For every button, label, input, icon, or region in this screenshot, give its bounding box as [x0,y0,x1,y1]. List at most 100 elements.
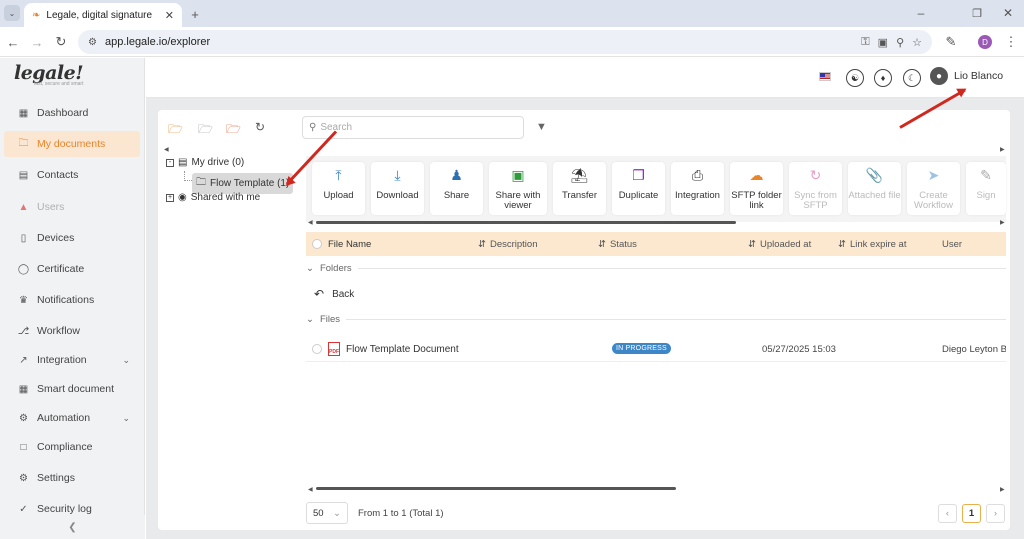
table-scroll-right-icon[interactable]: ▶ [1000,486,1005,493]
new-tab-icon[interactable]: + [186,5,204,23]
device-icon: ▯ [20,232,27,244]
user-name: Lio Blanco [954,70,1004,82]
column-label: File Name [328,239,372,250]
sidebar-item-integration[interactable]: ↗ Integration ⌄ [4,347,140,373]
sidebar-item-automation[interactable]: ⚙ Automation ⌄ [4,405,140,431]
page-number-button[interactable]: 1 [962,504,981,523]
next-page-button[interactable]: › [986,504,1005,523]
file-name[interactable]: Flow Template Document [346,344,459,355]
tree-item-shared[interactable]: + ◉ Shared with me [166,192,260,203]
sidebar-item-my-documents[interactable]: 🗀 My documents [4,131,140,157]
theme-moon-icon[interactable]: ☾ [903,69,921,87]
sftp-folder-link-button[interactable]: ☁ SFTP folder link [730,162,783,215]
column-user[interactable]: User [942,239,962,250]
site-settings-icon[interactable]: ⚙ [88,37,97,48]
sidebar-item-workflow[interactable]: ⎇ Workflow [4,318,140,344]
page-size-value: 50 [313,507,324,519]
duplicate-button[interactable]: ❐ Duplicate [612,162,665,215]
table-scroll-left-icon[interactable]: ◀ [308,486,313,493]
expand-plus-icon[interactable]: + [166,193,174,202]
minimize-icon[interactable]: – [912,4,930,22]
create-workflow-button[interactable]: ➤ Create Workflow [907,162,960,215]
browser-menu-icon[interactable]: ⋮ [1002,33,1020,51]
new-folder-icon[interactable]: 🗁 [168,120,183,141]
us-flag-icon[interactable] [819,72,831,81]
group-files[interactable]: ⌄ Files [306,314,1006,325]
table-scrollbar[interactable] [316,487,676,490]
transfer-button[interactable]: ⛱ Transfer [553,162,606,215]
sync-icon: ↻ [809,167,822,183]
refresh-icon[interactable]: ↻ [255,120,265,134]
move-folder-icon[interactable]: 🗁 [198,120,213,141]
back-row[interactable]: ↶ Back [314,287,354,301]
collapse-minus-icon[interactable]: - [166,158,174,167]
column-status[interactable]: ⇵ Status [598,239,637,250]
browser-tab[interactable]: ❧ Legale, digital signature ✕ [24,3,182,27]
sidebar-item-compliance[interactable]: □ Compliance [4,434,140,460]
back-arrow-icon[interactable]: ← [4,33,22,51]
select-all-checkbox[interactable] [312,239,322,249]
support-headset-icon[interactable]: ☯ [846,69,864,87]
delete-folder-icon[interactable]: 🗁 [226,120,241,141]
filter-icon[interactable]: ▼ [536,121,547,133]
profile-avatar[interactable]: D [978,35,992,49]
tree-item-flow-template[interactable]: 🗀 Flow Template (1) [192,173,294,194]
table-row[interactable]: PDF Flow Template Document IN PROGRESS 0… [306,336,1006,362]
action-label: Share [443,190,470,201]
password-key-icon[interactable]: ⚿ [861,36,869,49]
attached-file-button[interactable]: 📎 Attached file [848,162,901,215]
upload-button[interactable]: ⤒ Upload [312,162,365,215]
toolbar-scroll-left-icon[interactable]: ◀ [308,219,313,226]
column-link-expire[interactable]: ⇵ Link expire at [838,239,906,250]
column-file-name[interactable]: File Name [328,239,371,250]
tree-scroll-left-icon[interactable]: ◀ [164,146,169,153]
legale-logo[interactable]: legale! fast, secure and smart [14,62,84,96]
tree-label: My drive (0) [191,157,245,168]
tree-item-my-drive[interactable]: - ▤ My drive (0) [166,157,244,168]
toolbar-scrollbar[interactable] [316,221,736,224]
share-button[interactable]: ♟ Share [430,162,483,215]
sidebar-item-contacts[interactable]: ▤ Contacts [4,162,140,188]
sidebar-item-smart-document[interactable]: ▦ Smart document [4,376,140,402]
prev-page-button[interactable]: ‹ [938,504,957,523]
sidebar-item-dashboard[interactable]: ▦ Dashboard [4,100,140,126]
integration-button[interactable]: ⎙ Integration [671,162,724,215]
sign-button[interactable]: ✎ Sign [966,162,1006,215]
page-size-select[interactable]: 50 ⌄ [306,502,348,524]
zoom-icon[interactable]: ⚲ [896,36,904,49]
reload-icon[interactable]: ↻ [52,33,70,51]
url-text[interactable]: app.legale.io/explorer [105,36,853,48]
window-close-icon[interactable]: ✕ [999,4,1017,22]
sidebar-item-label: My documents [37,138,106,150]
bookmark-star-icon[interactable]: ☆ [912,36,922,49]
sidebar-item-devices[interactable]: ▯ Devices [4,225,140,251]
share-with-viewer-button[interactable]: ▣ Share with viewer [489,162,547,215]
scroll-right-icon[interactable]: ▶ [1000,146,1005,153]
column-uploaded-at[interactable]: ⇵ Uploaded at [748,239,811,250]
sidebar-item-label: Workflow [37,325,80,337]
user-menu[interactable]: ● Lio Blanco [930,67,1003,85]
folder-icon: 🗀 [196,177,206,188]
sync-from-sftp-button[interactable]: ↻ Sync from SFTP [789,162,842,215]
extensions-icon[interactable]: ✎ [942,33,960,51]
sidebar-item-certificate[interactable]: ◯ Certificate [4,256,140,282]
search-input[interactable]: ⚲ Search [302,116,524,139]
sidebar-item-settings[interactable]: ⚙ Settings [4,465,140,491]
selected-folder[interactable]: 🗀 Flow Template (1) [192,173,294,194]
sidebar-item-notifications[interactable]: ♛ Notifications [4,287,140,313]
row-checkbox[interactable] [312,344,322,354]
tab-close-icon[interactable]: ✕ [165,9,174,22]
tab-list-chevron-icon[interactable]: ⌄ [4,5,20,21]
action-label: Transfer [561,190,598,201]
group-folders[interactable]: ⌄ Folders [306,263,1006,274]
download-button[interactable]: ⤓ Download [371,162,424,215]
forward-arrow-icon[interactable]: → [28,33,46,51]
sidebar-item-label: Automation [37,412,91,424]
toolbar-scroll-right-icon[interactable]: ▶ [1000,219,1005,226]
restore-icon[interactable]: ❐ [968,4,986,22]
url-bar[interactable]: ⚙ app.legale.io/explorer ⚿ ▣ ⚲ ☆ [78,30,932,54]
bell-icon[interactable]: ♦ [874,69,892,87]
column-description[interactable]: ⇵ Description [478,239,538,250]
sidebar-collapse-chevron-icon[interactable]: ❮ [0,515,145,539]
install-app-icon[interactable]: ▣ [878,36,888,49]
